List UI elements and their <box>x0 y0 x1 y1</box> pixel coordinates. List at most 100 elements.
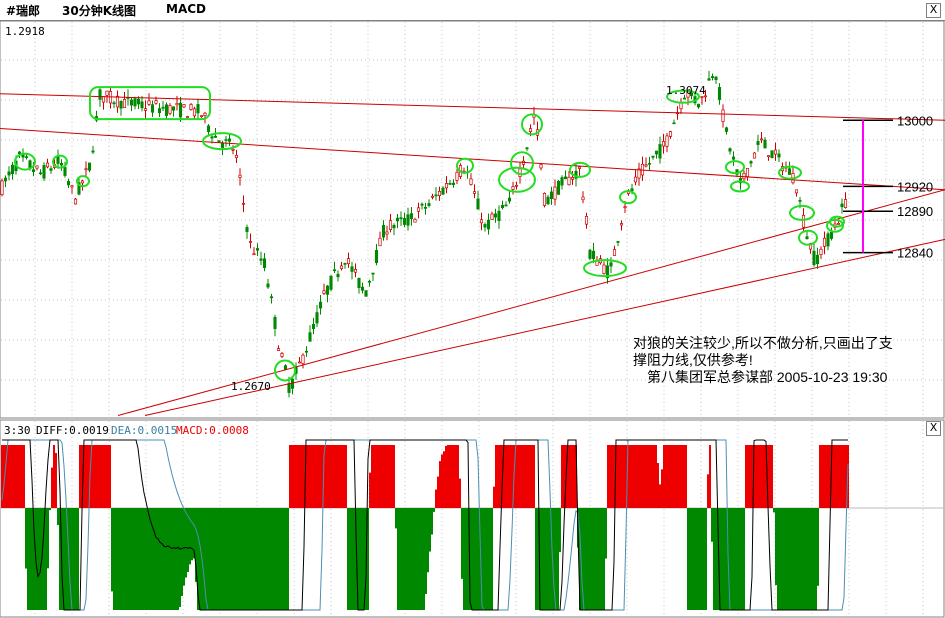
candle-body <box>150 104 155 113</box>
candle-body <box>539 164 543 169</box>
candle-body <box>276 348 281 351</box>
candle-body <box>143 108 148 111</box>
candle-body <box>136 98 141 105</box>
candle-body <box>0 180 4 196</box>
candle-body <box>843 199 848 208</box>
candle-body <box>406 214 410 226</box>
low-price-label: 1.2670 <box>231 380 271 393</box>
candle-body <box>185 116 190 118</box>
candle-body <box>325 285 330 295</box>
candle-body <box>794 189 799 194</box>
candle-body <box>42 165 46 179</box>
candle-body <box>224 139 228 141</box>
level-label: 12840 <box>897 246 933 261</box>
candle-body <box>441 187 445 195</box>
candle-body <box>427 203 431 206</box>
candle-body <box>203 112 207 117</box>
candle-body <box>262 258 267 269</box>
candle-body <box>399 217 403 220</box>
candle-body <box>476 198 480 210</box>
candle-body <box>56 156 60 164</box>
macd-close-icon[interactable]: X <box>926 421 941 436</box>
candle-body <box>304 350 309 353</box>
candle-body <box>360 286 365 291</box>
candle-body <box>290 378 295 389</box>
candle-body <box>836 223 841 225</box>
candle-body <box>31 169 36 173</box>
candle-body <box>756 141 760 145</box>
candle-body <box>346 258 351 265</box>
candle-body <box>770 150 774 159</box>
candle-body <box>504 204 508 207</box>
candle-body <box>80 180 85 184</box>
candle-body <box>420 203 424 206</box>
macd-time-label: 3:30 <box>4 424 31 437</box>
candle-body <box>679 102 683 110</box>
candle-body <box>651 155 655 158</box>
macd-label: MACD:0.0008 <box>176 424 249 437</box>
candle-body <box>171 106 176 111</box>
candle-body <box>297 361 302 364</box>
candle-body <box>115 95 120 108</box>
candle-body <box>206 125 211 133</box>
candle-body <box>672 122 676 125</box>
candle-body <box>661 141 666 147</box>
dea-label: DEA:0.0015 <box>111 424 177 437</box>
candle-body <box>528 128 533 132</box>
candle-body <box>3 177 8 182</box>
candle-body <box>168 105 172 114</box>
candle-body <box>507 197 512 202</box>
high-price-label: 1.3074 <box>666 84 706 97</box>
candle-body <box>269 296 274 299</box>
candle-body <box>91 150 95 153</box>
candle-body <box>66 181 71 186</box>
candle-body <box>105 90 109 96</box>
candle-body <box>45 162 50 168</box>
annotation-line-1: 对狼的关注较少,所以不做分析,只画出了支 <box>633 335 893 351</box>
candle-body <box>724 127 729 132</box>
candle-body <box>189 104 193 110</box>
candle-body <box>245 227 249 232</box>
candle-body <box>714 76 718 81</box>
candle-body <box>7 171 11 176</box>
candle-body <box>577 166 582 169</box>
candle-body <box>329 275 333 290</box>
candle-body <box>416 207 421 212</box>
candle-body <box>248 241 253 243</box>
candle-body <box>805 236 809 240</box>
candle-body <box>455 171 459 181</box>
level-label: 13000 <box>897 113 933 128</box>
candle-body <box>609 262 613 267</box>
candle-body <box>164 104 169 116</box>
candle-body <box>773 149 778 155</box>
candlestick-chart[interactable]: 13000 12920 12890 12840 1.2918 1.3074 1.267… <box>0 0 945 618</box>
candle-body <box>448 182 452 185</box>
candle-body <box>157 108 162 114</box>
candle-body <box>154 100 158 104</box>
candle-body <box>479 219 484 224</box>
candle-body <box>234 155 239 159</box>
candle-body <box>731 156 736 160</box>
candle-body <box>318 301 323 309</box>
candle-body <box>486 219 491 230</box>
candle-body <box>602 264 606 274</box>
candle-body <box>192 108 197 117</box>
candle-body <box>287 383 291 393</box>
candle-body <box>665 135 669 147</box>
candle-body <box>343 262 347 265</box>
candle-body <box>378 237 382 247</box>
candle-body <box>259 258 263 261</box>
candle-body <box>525 147 529 150</box>
candle-body <box>707 78 711 81</box>
candle-body <box>371 272 375 275</box>
candle-body <box>619 223 624 226</box>
candle-body <box>350 266 354 272</box>
candle-body <box>175 103 179 106</box>
candle-body <box>787 168 792 175</box>
candle-body <box>10 164 15 175</box>
annotation-line-2: 撑阻力线,仅供参考! <box>633 352 753 368</box>
candle-body <box>584 216 589 225</box>
candle-body <box>24 156 29 159</box>
candle-body <box>395 217 400 222</box>
candle-body <box>469 178 473 185</box>
